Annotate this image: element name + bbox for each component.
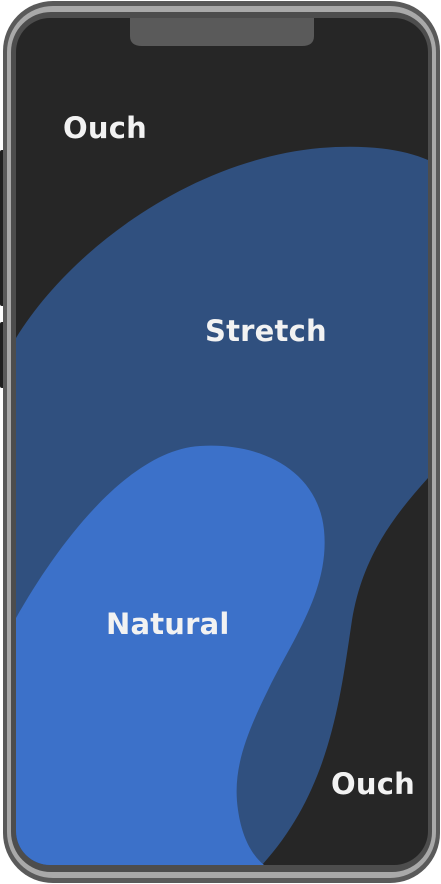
notch	[130, 18, 314, 46]
ouch-bottom-label: Ouch	[331, 767, 415, 801]
stretch-label: Stretch	[205, 314, 327, 348]
ouch-top-label: Ouch	[63, 111, 147, 145]
phone-mockup: Ouch Stretch Natural Ouch	[0, 0, 441, 884]
natural-label: Natural	[106, 607, 230, 641]
